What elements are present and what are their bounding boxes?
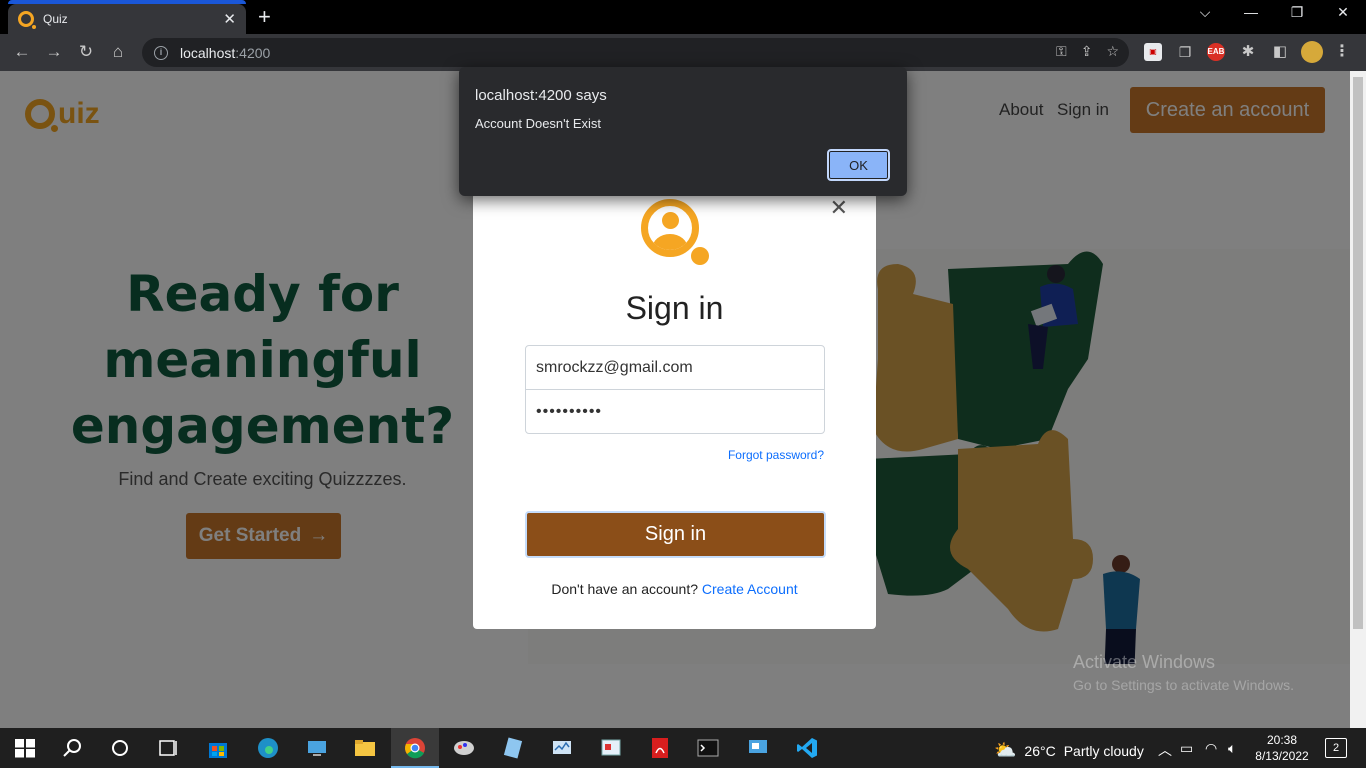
activate-windows-title: Activate Windows bbox=[1073, 652, 1216, 672]
key-icon[interactable]: ⚿ bbox=[1056, 43, 1067, 60]
minimize-button[interactable]: — bbox=[1228, 4, 1274, 20]
task-view-icon[interactable] bbox=[156, 736, 180, 760]
extension-eab-icon[interactable]: EAB bbox=[1207, 43, 1225, 61]
extension-copy-icon[interactable]: ❐ bbox=[1176, 43, 1194, 61]
tab-title: Quiz bbox=[43, 12, 68, 26]
quiz-favicon-icon bbox=[18, 11, 36, 29]
url-port: :4200 bbox=[235, 44, 271, 61]
home-icon[interactable]: ⌂ bbox=[107, 42, 129, 62]
weather-condition: Partly cloudy bbox=[1063, 742, 1144, 759]
forgot-password-link[interactable]: Forgot password? bbox=[728, 448, 824, 462]
bookmark-star-icon[interactable]: ☆ bbox=[1106, 43, 1119, 60]
vscode-icon[interactable] bbox=[795, 736, 819, 760]
browser-toolbar: ← → ↻ ⌂ i localhost:4200 ⚿ ⇪ ☆ ▣ ❐ EAB ✱… bbox=[0, 34, 1366, 71]
site-info-icon[interactable]: i bbox=[154, 45, 168, 60]
activate-windows-subtitle: Go to Settings to activate Windows. bbox=[1073, 677, 1294, 693]
logo-head bbox=[662, 212, 679, 229]
extension-shield-icon[interactable]: ▣ bbox=[1144, 43, 1162, 61]
windows-taskbar: ⛅ 26°C Partly cloudy ︿ ▭ ◠ 🔈︎ 20:38 8/13… bbox=[0, 728, 1366, 768]
new-tab-button[interactable]: + bbox=[258, 4, 271, 30]
quiz-user-logo-icon bbox=[641, 199, 699, 257]
profile-avatar[interactable] bbox=[1301, 41, 1323, 63]
system-clock[interactable]: 20:38 8/13/2022 bbox=[1254, 732, 1310, 764]
close-window-button[interactable]: ✕ bbox=[1320, 4, 1366, 21]
password-field[interactable] bbox=[525, 389, 825, 434]
reload-icon[interactable]: ↻ bbox=[75, 42, 97, 62]
url-host: localhost bbox=[180, 44, 236, 61]
forward-icon[interactable]: → bbox=[43, 42, 65, 62]
weather-temperature: 26°C bbox=[1024, 742, 1056, 759]
tab-quiz[interactable]: Quiz ✕ bbox=[8, 4, 246, 34]
create-account-link[interactable]: Create Account bbox=[702, 581, 798, 597]
tab-close-icon[interactable]: ✕ bbox=[223, 10, 236, 28]
alert-dialog: localhost:4200 says Account Doesn't Exis… bbox=[459, 67, 907, 196]
edge-icon[interactable] bbox=[256, 736, 280, 760]
extensions-puzzle-icon[interactable]: ✱ bbox=[1239, 43, 1257, 61]
this-pc-icon[interactable] bbox=[305, 736, 329, 760]
email-field[interactable] bbox=[525, 345, 825, 390]
alert-message: Account Doesn't Exist bbox=[475, 116, 602, 131]
logo-body bbox=[652, 234, 688, 250]
cortana-icon[interactable] bbox=[108, 736, 132, 760]
tab-search-icon[interactable]: ⌵ bbox=[1182, 4, 1228, 21]
alert-title: localhost:4200 says bbox=[475, 87, 607, 104]
terminal-icon[interactable] bbox=[696, 736, 720, 760]
no-account-text: Don't have an account? Create Account bbox=[473, 581, 876, 597]
tray-chevron-up-icon[interactable]: ︿ bbox=[1158, 740, 1172, 760]
scrollbar-thumb[interactable] bbox=[1353, 77, 1363, 629]
weather-widget[interactable]: ⛅ 26°C Partly cloudy bbox=[994, 740, 1144, 761]
side-panel-icon[interactable]: ◧ bbox=[1271, 43, 1289, 61]
modal-title: Sign in bbox=[625, 290, 724, 326]
chrome-icon[interactable] bbox=[403, 736, 427, 760]
performance-monitor-icon[interactable] bbox=[550, 736, 574, 760]
remote-desktop-icon[interactable] bbox=[746, 736, 770, 760]
partly-cloudy-icon: ⛅ bbox=[994, 740, 1017, 760]
alert-ok-button[interactable]: OK bbox=[827, 149, 890, 181]
clock-time: 20:38 bbox=[1266, 733, 1298, 747]
restore-button[interactable]: ❐ bbox=[1274, 4, 1320, 21]
logo-dot bbox=[691, 247, 709, 265]
store-icon[interactable] bbox=[206, 736, 230, 760]
battery-icon[interactable]: ▭ bbox=[1180, 740, 1193, 757]
control-panel-icon[interactable] bbox=[599, 736, 623, 760]
page-scrollbar[interactable] bbox=[1350, 71, 1366, 728]
windows-start-icon[interactable] bbox=[13, 736, 37, 760]
acrobat-icon[interactable] bbox=[648, 736, 672, 760]
notification-center-icon[interactable]: 2 bbox=[1325, 738, 1347, 758]
menu-kebab-icon[interactable]: ⋮ bbox=[1333, 43, 1351, 61]
search-icon[interactable] bbox=[60, 736, 84, 760]
no-account-label: Don't have an account? bbox=[551, 581, 699, 597]
modal-close-icon[interactable]: ✕ bbox=[830, 195, 848, 221]
signin-submit-button[interactable]: Sign in bbox=[525, 511, 826, 558]
share-icon[interactable]: ⇪ bbox=[1081, 43, 1093, 60]
paint-icon[interactable] bbox=[452, 736, 476, 760]
file-explorer-icon[interactable] bbox=[353, 736, 377, 760]
clock-date: 8/13/2022 bbox=[1255, 749, 1309, 763]
back-icon[interactable]: ← bbox=[11, 42, 33, 62]
volume-icon[interactable]: 🔈︎ bbox=[1228, 740, 1236, 757]
browser-tab-bar: Quiz ✕ + ⌵ — ❐ ✕ bbox=[0, 0, 1366, 34]
notepad-icon[interactable] bbox=[501, 736, 525, 760]
address-bar[interactable]: i localhost:4200 ⚿ ⇪ ☆ bbox=[142, 38, 1129, 67]
signin-modal: ✕ Sign in Forgot password? Sign in Don't… bbox=[473, 193, 876, 629]
wifi-icon[interactable]: ◠ bbox=[1205, 740, 1217, 757]
